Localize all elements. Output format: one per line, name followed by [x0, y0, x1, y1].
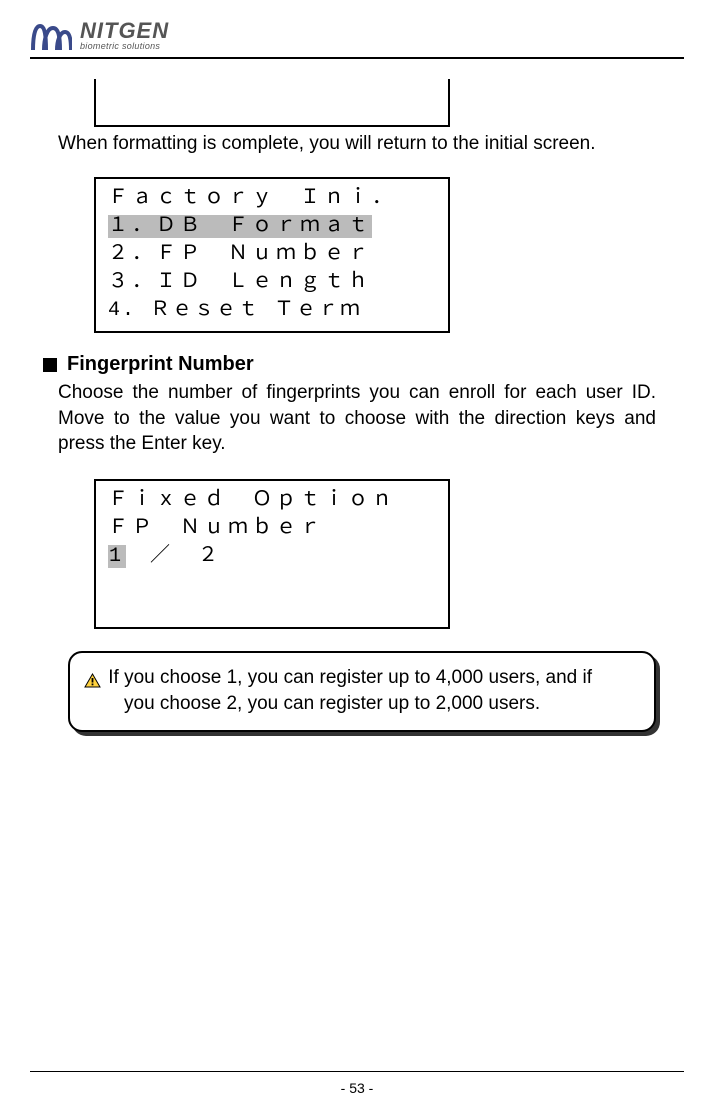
menu-item-3: ３．ＩＤ Ｌｅｎｇｔｈ	[108, 269, 436, 297]
note-line-1: If you choose 1, you can register up to …	[108, 667, 592, 688]
brand-header: NITGEN biometric solutions	[30, 20, 684, 51]
header-divider	[30, 57, 684, 59]
brand-tagline: biometric solutions	[80, 42, 169, 51]
menu-title: Ｆａｃｔｏｒｙ Ｉｎｉ．	[108, 185, 436, 213]
intro-paragraph: When formatting is complete, you will re…	[58, 133, 656, 155]
warning-icon	[84, 670, 101, 685]
page-number: - 53 -	[0, 1080, 714, 1096]
note-line-2: you choose 2, you can register up to 2,0…	[84, 691, 640, 717]
section-body: Choose the number of fingerprints you ca…	[58, 380, 656, 457]
brand-text: NITGEN biometric solutions	[80, 20, 169, 51]
factory-menu-screen: Ｆａｃｔｏｒｙ Ｉｎｉ． １．ＤＢ Ｆｏｒｍａｔ ２．ＦＰ Ｎｕｍｂｅｒ ３．Ｉ…	[94, 177, 450, 333]
empty-screen-bottom	[94, 79, 450, 127]
option-selected: 1	[108, 545, 126, 568]
square-bullet-icon	[43, 358, 57, 372]
page-content: When formatting is complete, you will re…	[30, 79, 684, 732]
section-title: Fingerprint Number	[67, 353, 254, 376]
menu-item-selected: １．ＤＢ Ｆｏｒｍａｔ	[108, 213, 436, 241]
note-callout: If you choose 1, you can register up to …	[68, 651, 656, 732]
footer-divider	[30, 1071, 684, 1072]
option-screen: Ｆｉｘｅｄ Ｏｐｔｉｏｎ ＦＰ Ｎｕｍｂｅｒ 1 ／ ２	[94, 479, 450, 629]
menu-item-4: 4. Ｒｅｓｅｔ Ｔｅｒｍ	[108, 297, 436, 325]
option-rest: ／ ２	[126, 545, 222, 568]
option-line-2: ＦＰ Ｎｕｍｂｅｒ	[108, 515, 436, 543]
brand-name: NITGEN	[80, 20, 169, 42]
menu-item-2: ２．ＦＰ Ｎｕｍｂｅｒ	[108, 241, 436, 269]
note-box: If you choose 1, you can register up to …	[68, 651, 656, 732]
option-line-1: Ｆｉｘｅｄ Ｏｐｔｉｏｎ	[108, 487, 436, 515]
logo-icon	[30, 22, 72, 50]
option-line-3: 1 ／ ２	[108, 543, 436, 571]
section-header: Fingerprint Number	[43, 353, 656, 376]
